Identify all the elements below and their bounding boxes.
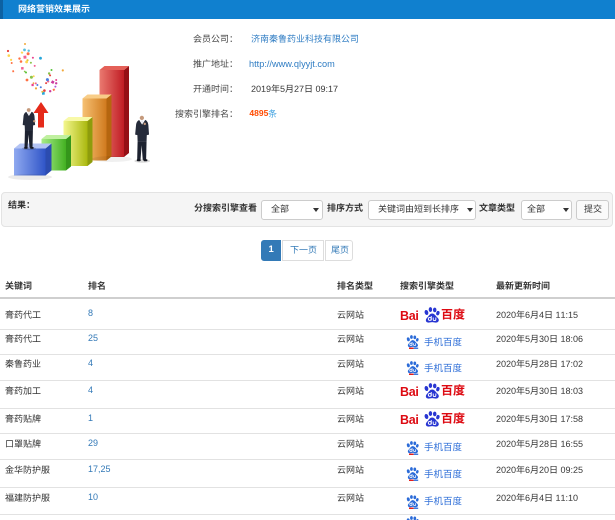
svg-text:Bai: Bai — [400, 384, 419, 398]
svg-text:Bai: Bai — [400, 308, 419, 322]
svg-text:Bai: Bai — [400, 412, 419, 426]
